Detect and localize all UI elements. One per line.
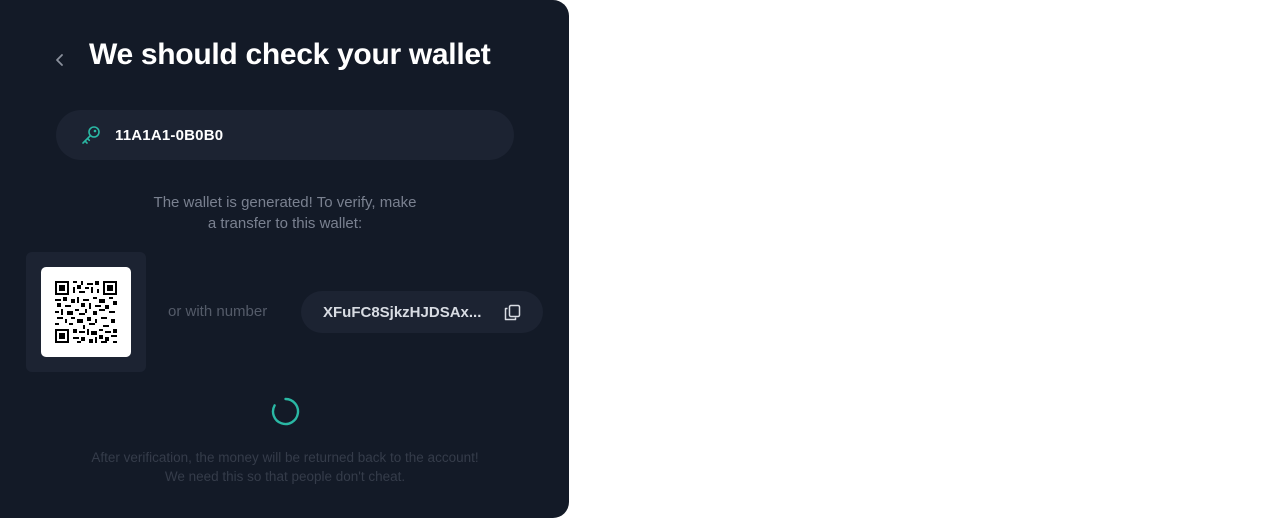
qr-code-icon [55,281,117,343]
wallet-id-field: 11A1A1-0B0B0 [56,110,514,160]
page-title: We should check your wallet [89,38,491,71]
footnote-line-2: We need this so that people don't cheat. [164,469,406,484]
instruction-line-1: The wallet is generated! To verify, make [153,194,417,211]
wallet-address-field[interactable]: XFuFC8SjkzHJDSAx... [301,291,543,333]
wallet-id-value: 11A1A1-0B0B0 [115,126,224,144]
alternative-label: or with number [168,303,268,320]
wallet-address-value: XFuFC8SjkzHJDSAx... [323,303,482,321]
loading-spinner-icon [271,397,300,426]
qr-code-container [26,252,146,372]
qr-code-card [41,267,131,357]
instruction-line-2: a transfer to this wallet: [207,215,363,232]
footnote-line-1: After verification, the money will be re… [91,450,479,465]
copy-icon[interactable] [503,303,521,321]
verification-footnote: After verification, the money will be re… [60,448,510,486]
wallet-check-panel: We should check your wallet 11A1A1-0B0B0… [0,0,569,518]
key-icon [80,124,102,146]
back-button[interactable] [48,48,72,72]
verification-instruction: The wallet is generated! To verify, make… [100,192,470,234]
chevron-left-icon [56,54,63,66]
